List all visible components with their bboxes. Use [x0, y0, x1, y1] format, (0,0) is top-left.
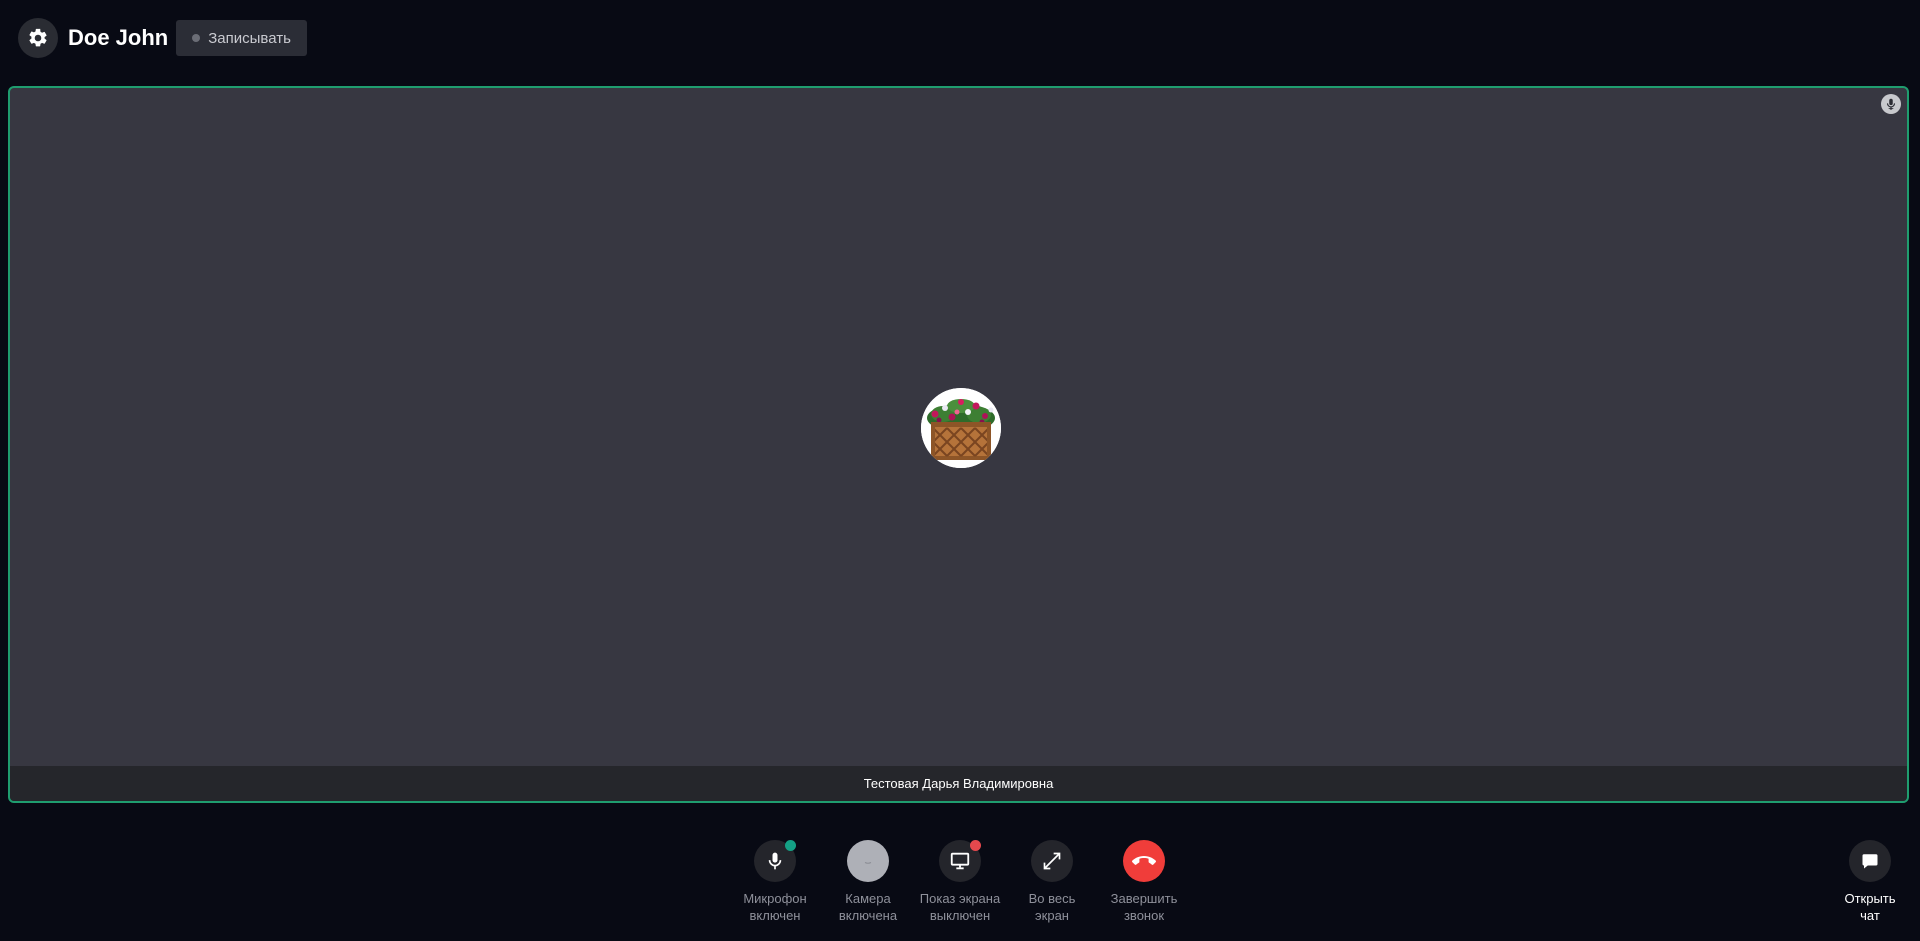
open-chat-label: Открыть чат [1844, 891, 1896, 923]
participant-avatar [921, 388, 1001, 468]
screen-share-label: Показ экрана выключен [919, 891, 1001, 923]
camera-label: Камера включена [838, 891, 898, 923]
fullscreen-circle[interactable] [1031, 840, 1073, 882]
end-call-circle[interactable] [1123, 840, 1165, 882]
settings-button[interactable] [18, 18, 58, 58]
end-call-label: Завершить звонок [1110, 891, 1178, 923]
mic-button-circle[interactable] [754, 840, 796, 882]
mic-icon [1881, 94, 1901, 114]
participant-name-bar: Тестовая Дарья Владимировна [10, 766, 1907, 801]
gear-icon [29, 28, 47, 47]
camera-toggle-button[interactable]: Камера включена [823, 840, 913, 924]
call-controls: Микрофон включен Камера включена Показ э… [0, 840, 1920, 940]
camera-button-circle[interactable] [847, 840, 889, 882]
participant-video-tile[interactable]: Тестовая Дарья Владимировна [8, 86, 1909, 803]
fullscreen-label: Во весь экран [1028, 891, 1076, 923]
record-button[interactable]: Записывать [176, 20, 307, 56]
record-label: Записывать [208, 29, 291, 47]
mic-status-badge [785, 840, 796, 851]
open-chat-button[interactable]: Открыть чат [1825, 840, 1915, 924]
chat-bubble-icon [1862, 854, 1878, 869]
video-call-app: Doe John Записывать Тестовая Дарья Влади… [0, 0, 1920, 941]
header: Doe John Записывать [18, 18, 307, 58]
mic-label: Микрофон включен [743, 891, 807, 923]
record-dot-icon [192, 34, 201, 42]
mic-icon [768, 852, 782, 870]
screen-share-status-badge [970, 840, 981, 851]
mic-toggle-button[interactable]: Микрофон включен [730, 840, 820, 924]
fullscreen-button[interactable]: Во весь экран [1007, 840, 1097, 924]
screen-share-circle[interactable] [939, 840, 981, 882]
end-call-button[interactable]: Завершить звонок [1099, 840, 1189, 924]
participant-name: Тестовая Дарья Владимировна [863, 776, 1054, 791]
monitor-icon [950, 852, 970, 870]
expand-icon [1043, 852, 1061, 870]
open-chat-circle[interactable] [1849, 840, 1891, 882]
user-name: Doe John [68, 25, 169, 50]
phone-hangup-icon [1132, 856, 1156, 865]
screen-share-button[interactable]: Показ экрана выключен [915, 840, 1005, 924]
camera-icon [864, 862, 872, 864]
